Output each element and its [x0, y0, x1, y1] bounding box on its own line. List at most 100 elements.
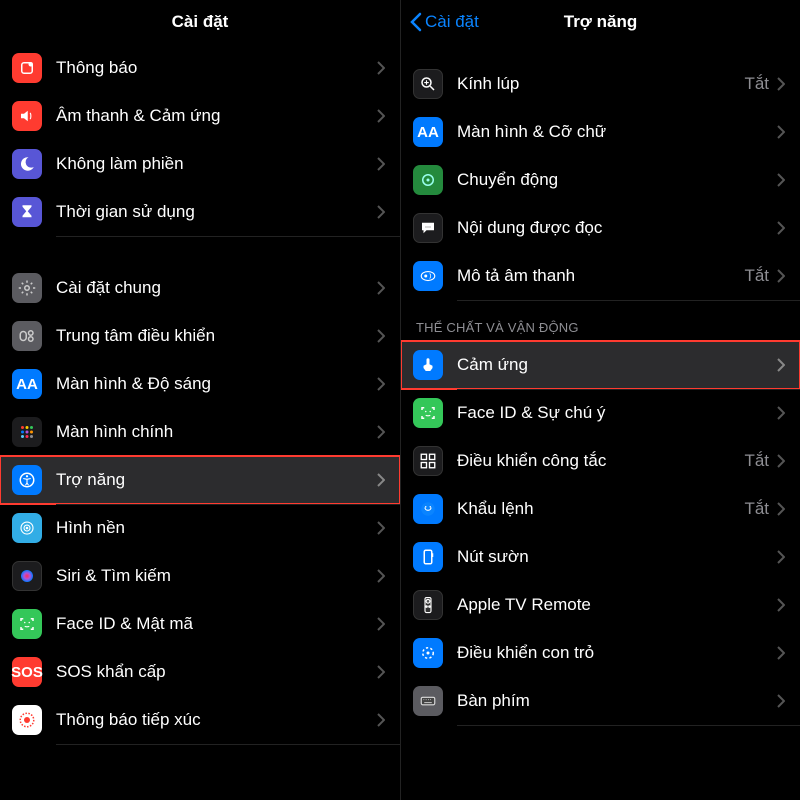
row-magnifier[interactable]: Kính lúp Tắt	[401, 60, 800, 108]
row-label: Màn hình & Cỡ chữ	[457, 122, 777, 142]
pointer-icon	[413, 638, 443, 668]
row-notifications[interactable]: Thông báo	[0, 44, 400, 92]
chevron-right-icon	[777, 173, 785, 187]
row-label: Không làm phiền	[56, 154, 377, 174]
row-home-screen[interactable]: Màn hình chính	[0, 408, 400, 456]
row-dnd[interactable]: Không làm phiền	[0, 140, 400, 188]
row-label: SOS khẩn cấp	[56, 662, 377, 682]
chevron-right-icon	[777, 406, 785, 420]
switch-control-icon	[413, 446, 443, 476]
row-label: Âm thanh & Cảm ứng	[56, 106, 377, 126]
row-pointer-control[interactable]: Điều khiển con trỏ	[401, 629, 800, 677]
chevron-right-icon	[777, 454, 785, 468]
chevron-right-icon	[777, 269, 785, 283]
row-wallpaper[interactable]: Hình nền	[0, 504, 400, 552]
chevron-right-icon	[377, 425, 385, 439]
row-motion[interactable]: Chuyển động	[401, 156, 800, 204]
gear-icon	[12, 273, 42, 303]
chevron-right-icon	[377, 617, 385, 631]
chevron-right-icon	[777, 125, 785, 139]
page-title: Trợ năng	[564, 12, 637, 32]
row-faceid[interactable]: Face ID & Mật mã	[0, 600, 400, 648]
row-label: Thông báo	[56, 58, 377, 78]
row-label: Chuyển động	[457, 170, 777, 190]
row-control-center[interactable]: Trung tâm điều khiển	[0, 312, 400, 360]
chevron-left-icon	[409, 12, 423, 32]
speech-bubble-icon: ⋯	[413, 213, 443, 243]
siri-icon	[12, 561, 42, 591]
chevron-right-icon	[377, 205, 385, 219]
row-faceid-attention[interactable]: Face ID & Sự chú ý	[401, 389, 800, 437]
row-side-button[interactable]: Nút sườn	[401, 533, 800, 581]
motion-icon	[413, 165, 443, 195]
chevron-right-icon	[377, 569, 385, 583]
row-label: Khẩu lệnh	[457, 499, 744, 519]
group-spacer	[0, 236, 400, 264]
chevron-right-icon	[777, 550, 785, 564]
row-label: Màn hình chính	[56, 422, 377, 442]
chevron-right-icon	[777, 598, 785, 612]
row-label: Bàn phím	[457, 691, 777, 711]
row-label: Siri & Tìm kiếm	[56, 566, 377, 586]
top-pad	[401, 44, 800, 60]
faceid-icon	[413, 398, 443, 428]
notifications-icon	[12, 53, 42, 83]
voice-control-icon	[413, 494, 443, 524]
row-audio-desc[interactable]: Mô tả âm thanh Tắt	[401, 252, 800, 300]
row-label: Thông báo tiếp xúc	[56, 710, 377, 730]
faceid-icon	[12, 609, 42, 639]
row-label: Cài đặt chung	[56, 278, 377, 298]
row-touch[interactable]: Cảm ứng	[401, 341, 800, 389]
chevron-right-icon	[377, 109, 385, 123]
magnifier-icon	[413, 69, 443, 99]
row-label: Kính lúp	[457, 74, 744, 94]
chevron-right-icon	[377, 281, 385, 295]
row-value: Tắt	[744, 74, 769, 94]
row-switch-control[interactable]: Điều khiển công tắc Tắt	[401, 437, 800, 485]
row-label: Thời gian sử dụng	[56, 202, 377, 222]
row-siri[interactable]: Siri & Tìm kiếm	[0, 552, 400, 600]
chevron-right-icon	[777, 77, 785, 91]
row-sos[interactable]: SOS SOS khẩn cấp	[0, 648, 400, 696]
side-button-icon	[413, 542, 443, 572]
accessibility-icon	[12, 465, 42, 495]
row-label: Trung tâm điều khiển	[56, 326, 377, 346]
row-general[interactable]: Cài đặt chung	[0, 264, 400, 312]
row-value: Tắt	[744, 499, 769, 519]
row-label: Cảm ứng	[457, 355, 777, 375]
row-label: Mô tả âm thanh	[457, 266, 744, 286]
row-voice-control[interactable]: Khẩu lệnh Tắt	[401, 485, 800, 533]
row-sounds[interactable]: Âm thanh & Cảm ứng	[0, 92, 400, 140]
accessibility-pane: Cài đặt Trợ năng Kính lúp Tắt AA Màn hìn…	[400, 0, 800, 800]
row-keyboard[interactable]: Bàn phím	[401, 677, 800, 725]
back-button[interactable]: Cài đặt	[409, 0, 479, 44]
settings-pane: Cài đặt Thông báo Âm thanh & Cảm ứng Khô…	[0, 0, 400, 800]
row-display-text[interactable]: AA Màn hình & Cỡ chữ	[401, 108, 800, 156]
hourglass-icon	[12, 197, 42, 227]
chevron-right-icon	[377, 473, 385, 487]
moon-icon	[12, 149, 42, 179]
row-screentime[interactable]: Thời gian sử dụng	[0, 188, 400, 236]
header: Cài đặt	[0, 0, 400, 44]
header: Cài đặt Trợ năng	[401, 0, 800, 44]
keyboard-icon	[413, 686, 443, 716]
chevron-right-icon	[777, 221, 785, 235]
row-label: Face ID & Mật mã	[56, 614, 377, 634]
exposure-icon	[12, 705, 42, 735]
chevron-right-icon	[777, 358, 785, 372]
chevron-right-icon	[377, 665, 385, 679]
chevron-right-icon	[377, 157, 385, 171]
row-apple-tv-remote[interactable]: Apple TV Remote	[401, 581, 800, 629]
row-exposure[interactable]: Thông báo tiếp xúc	[0, 696, 400, 744]
row-label: Điều khiển công tắc	[457, 451, 744, 471]
row-label: Hình nền	[56, 518, 377, 538]
row-spoken-content[interactable]: ⋯ Nội dung được đọc	[401, 204, 800, 252]
row-label: Nút sườn	[457, 547, 777, 567]
chevron-right-icon	[377, 329, 385, 343]
row-value: Tắt	[744, 451, 769, 471]
chevron-right-icon	[377, 521, 385, 535]
row-display[interactable]: AA Màn hình & Độ sáng	[0, 360, 400, 408]
row-accessibility[interactable]: Trợ năng	[0, 456, 400, 504]
chevron-right-icon	[377, 713, 385, 727]
row-value: Tắt	[744, 266, 769, 286]
